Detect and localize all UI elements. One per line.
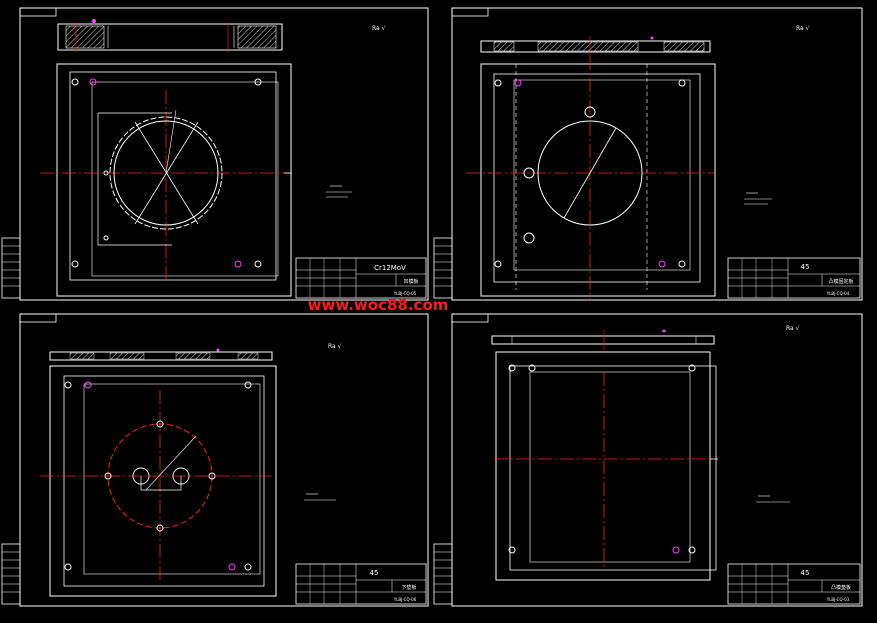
sheet-4-technical-notes — [756, 495, 790, 503]
sheet-1-binding-strip — [1, 237, 21, 299]
sheet-3-part-name: 下垫板 — [401, 584, 416, 591]
sheet-2-technical-notes — [744, 192, 772, 205]
sheet-4-plan-view — [494, 351, 718, 581]
sheet-2-corner-tag — [451, 7, 489, 17]
sheet-1-technical-notes — [326, 185, 352, 198]
sheet-3-material: 45 — [370, 569, 379, 577]
sheet-1-title-block: Cr12MoV 凹模板 YLBJ-CQ-05 — [295, 257, 427, 299]
sheet-3-drawing-number: YLBJ-CQ-06 — [393, 597, 417, 602]
sheet-1: Ra √ Cr12MoV 凹模板 YLBJ-CQ-05 — [1, 7, 429, 301]
sheet-1-corner-tag — [19, 7, 57, 17]
sheet-3-roughness-mark: Ra √ — [328, 343, 342, 350]
cad-drawing-canvas: Ra √ Cr12MoV 凹模板 YLBJ-CQ-05 Ra √ 45 凸模固定… — [1, 7, 863, 607]
sheet-1-roughness-mark: Ra √ — [372, 25, 386, 32]
sheet-1-frame — [19, 7, 429, 301]
sheet-1-plan-view — [40, 63, 292, 297]
sheet-4-corner-tag — [451, 313, 489, 323]
sheet-4-drawing-number: YLBJ-CQ-03 — [826, 597, 850, 602]
sheet-2-title-block: 45 凸模固定板 YLBJ-CQ-04 — [727, 257, 861, 299]
sheet-3-binding-strip — [1, 543, 21, 605]
sheet-1-part-name: 凹模板 — [403, 278, 418, 285]
sheet-3-plan-view — [40, 365, 277, 597]
sheet-4-part-name: 凸模垫板 — [831, 584, 851, 591]
sheet-2-binding-strip — [433, 237, 453, 299]
sheet-2-drawing-number: YLBJ-CQ-04 — [826, 291, 850, 296]
sheet-1-material: Cr12MoV — [374, 264, 406, 272]
sheet-2-plan-view — [466, 56, 716, 300]
sheet-3-title-block: 45 下垫板 YLBJ-CQ-06 — [295, 563, 427, 605]
sheet-4: Ra √ 45 凸模垫板 YLBJ-CQ-03 — [433, 313, 863, 607]
sheet-4-section-view — [491, 329, 715, 350]
watermark-text: www.woc88.com — [308, 296, 449, 314]
sheet-4-title-block: 45 凸模垫板 YLBJ-CQ-03 — [727, 563, 861, 605]
sheet-4-binding-strip — [433, 543, 453, 605]
sheet-2-section-view — [480, 36, 711, 56]
sheet-3-section-view — [49, 348, 273, 361]
sheet-3: Ra √ 45 下垫板 YLBJ-CQ-06 — [1, 313, 429, 607]
sheet-4-material: 45 — [801, 569, 810, 577]
sheet-2-material: 45 — [801, 263, 810, 271]
sheet-2-roughness-mark: Ra √ — [796, 25, 810, 32]
sheet-2-part-name: 凸模固定板 — [828, 278, 853, 285]
sheet-4-roughness-mark: Ra √ — [786, 325, 800, 332]
sheet-2: Ra √ 45 凸模固定板 YLBJ-CQ-04 — [433, 7, 863, 301]
sheet-3-technical-notes — [304, 493, 336, 501]
sheet-1-section-view — [57, 19, 283, 52]
sheet-3-corner-tag — [19, 313, 57, 323]
